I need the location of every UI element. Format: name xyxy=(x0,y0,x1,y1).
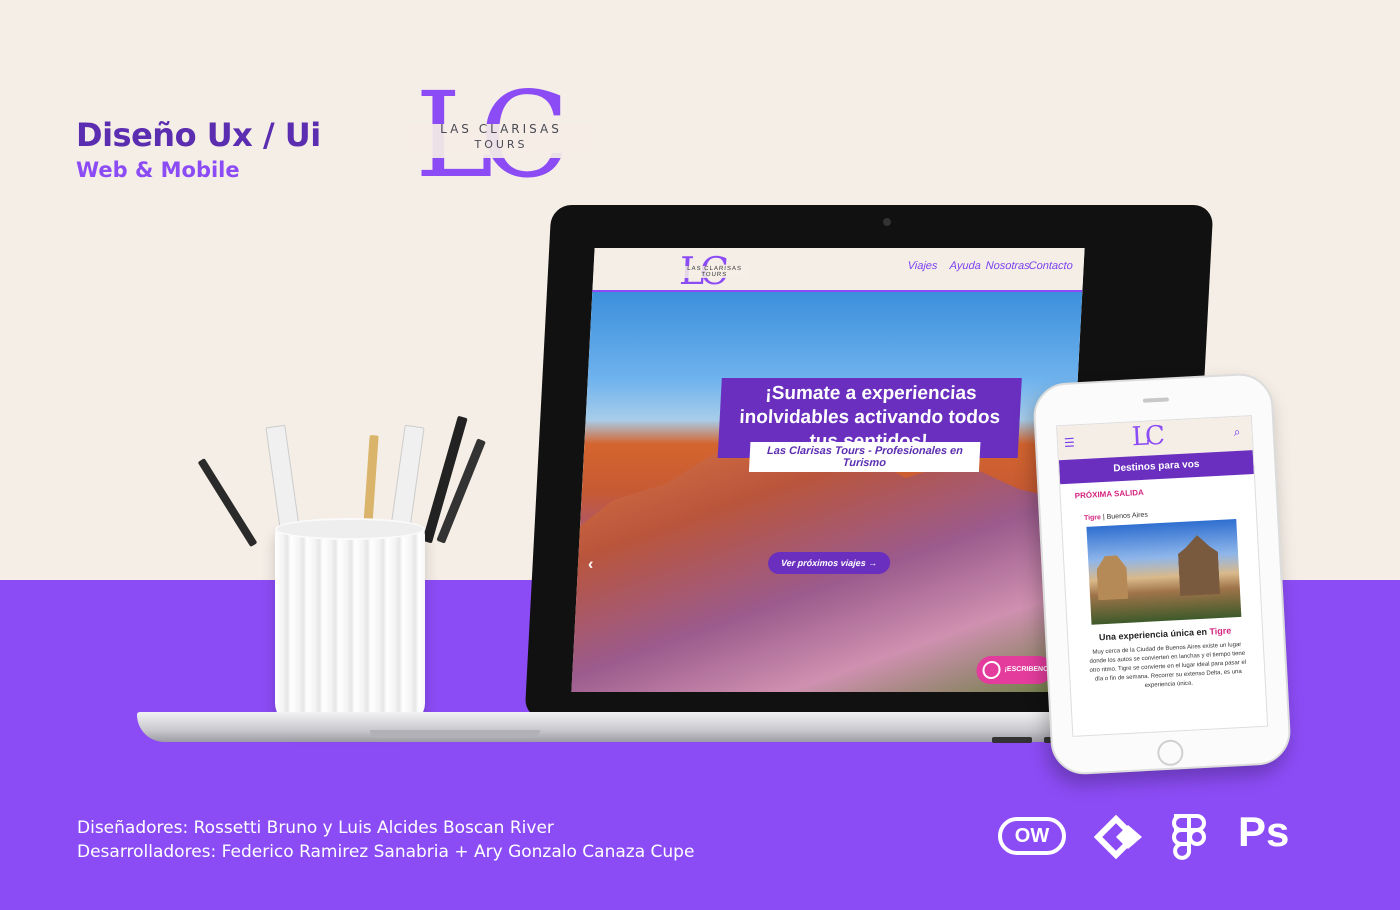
speaker-icon xyxy=(1142,397,1169,403)
location-label: Tigre | Buenos Aires xyxy=(1083,511,1149,523)
cta-button[interactable]: Ver próximos viajes → xyxy=(767,552,891,574)
next-departure-label: PRÓXIMA SALIDA xyxy=(1074,487,1144,501)
zeplin-icon xyxy=(1094,814,1142,860)
experience-body: Muy cerca de la Ciudad de Buenos Aires e… xyxy=(1089,641,1247,690)
port-icon xyxy=(992,737,1032,743)
site-header: LC LAS CLARISAS TOURS Viajes Ayuda Nosot… xyxy=(592,248,1085,293)
brand-logo: LC LAS CLARISAS TOURS xyxy=(405,76,595,198)
headline: Diseño Ux / Ui Web & Mobile xyxy=(76,116,321,182)
credits-designers: Diseñadores: Rossetti Bruno y Luis Alcid… xyxy=(77,818,554,838)
home-button-icon xyxy=(1156,739,1185,767)
pencil-cup xyxy=(275,525,425,725)
credits: Diseñadores: Rossetti Bruno y Luis Alcid… xyxy=(77,816,694,864)
credits-developers: Desarrolladores: Federico Ramirez Sanabr… xyxy=(77,842,695,862)
laptop-base xyxy=(137,712,1137,742)
camera-icon xyxy=(883,218,891,226)
figma-icon xyxy=(1172,814,1206,860)
carousel-prev-icon[interactable]: ‹ xyxy=(588,556,594,574)
headline-title: Diseño Ux / Ui xyxy=(76,116,321,154)
mobile-logo[interactable]: LC xyxy=(1131,421,1162,452)
hero-banner: ¡Sumate a experiencias inolvidables acti… xyxy=(571,292,1082,692)
nav-nosotras[interactable]: Nosotras xyxy=(985,260,1030,272)
headline-subtitle: Web & Mobile xyxy=(76,158,240,182)
ow-icon: OW xyxy=(998,817,1066,855)
photoshop-icon: Ps xyxy=(1238,808,1290,855)
hero-subtitle: Las Clarisas Tours - Profesionales en Tu… xyxy=(748,442,981,472)
phone-mockup: ☰ LC ⌕ Destinos para vos PRÓXIMA SALIDA … xyxy=(1031,371,1293,777)
laptop-screen: LC LAS CLARISAS TOURS Viajes Ayuda Nosot… xyxy=(571,248,1085,692)
nav-viajes[interactable]: Viajes xyxy=(907,260,937,272)
tigre-image[interactable] xyxy=(1086,519,1242,625)
brand-line1: LAS CLARISAS xyxy=(440,122,562,136)
whatsapp-icon xyxy=(982,661,1001,679)
brand-line2: TOURS xyxy=(474,138,528,151)
whatsapp-button[interactable]: ¡ESCRIBENOS! xyxy=(975,656,1056,684)
site-logo[interactable]: LC LAS CLARISAS TOURS xyxy=(678,249,750,293)
nav-contacto[interactable]: Contacto xyxy=(1028,260,1073,272)
menu-icon[interactable]: ☰ xyxy=(1064,435,1075,450)
phone-screen: ☰ LC ⌕ Destinos para vos PRÓXIMA SALIDA … xyxy=(1056,415,1269,737)
nav-ayuda[interactable]: Ayuda xyxy=(949,260,981,272)
search-icon[interactable]: ⌕ xyxy=(1233,425,1241,440)
